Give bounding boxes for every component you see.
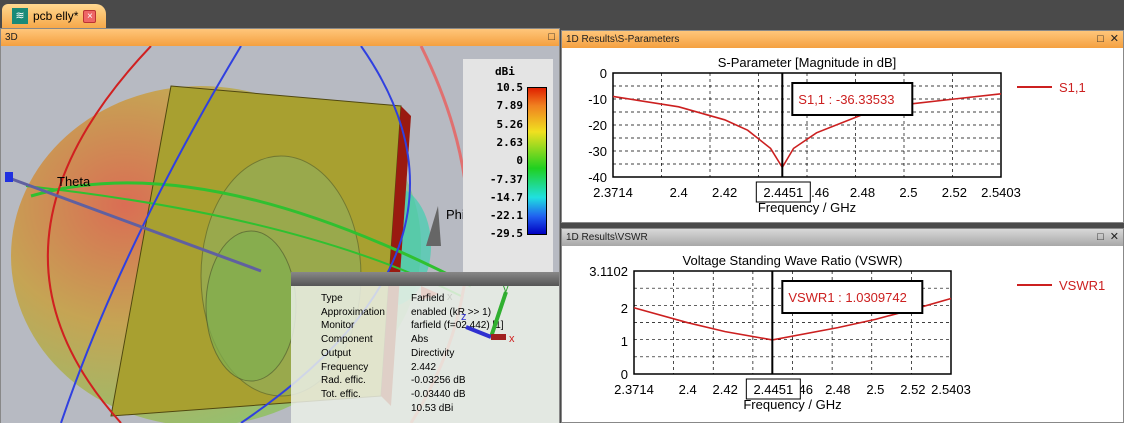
antenna-icon: ≋ bbox=[12, 8, 28, 24]
colorbar-tick: 2.63 bbox=[496, 135, 524, 149]
sparam-chart[interactable]: S-Parameter [Magnitude in dB] 0 -10 -20 -30 -… bbox=[562, 48, 1123, 222]
marker-label: VSWR1 : 1.0309742 bbox=[788, 290, 907, 305]
legend-label: VSWR1 bbox=[1059, 278, 1105, 293]
x-tick-label: 2.5 bbox=[899, 185, 917, 200]
marker-x-value: 2.4451 bbox=[763, 185, 803, 200]
info-key: Tot. effic. bbox=[321, 388, 361, 400]
info-key: Rad. effic. bbox=[321, 375, 366, 387]
x-axis-label-triad: x bbox=[509, 333, 515, 345]
marker-x-value: 2.4451 bbox=[753, 382, 793, 397]
y-tick-label: 0 bbox=[621, 367, 628, 382]
chart-title: S-Parameter [Magnitude in dB] bbox=[718, 55, 896, 70]
info-key bbox=[321, 402, 411, 416]
info-key: Component bbox=[321, 334, 373, 346]
x-tick-label: 2.3714 bbox=[614, 382, 654, 397]
x-tick-label: 2.42 bbox=[712, 185, 737, 200]
y-tick-label: 2 bbox=[621, 301, 628, 316]
chart-title: Voltage Standing Wave Ratio (VSWR) bbox=[683, 253, 903, 268]
y-tick-label: -30 bbox=[588, 144, 607, 159]
x-tick-label: 2.5 bbox=[866, 382, 884, 397]
colorbar-legend: dBi 10.5 7.89 5.26 2.63 0 -7.37 -14.7 -22.1 -29.… bbox=[463, 59, 553, 274]
x-tick-label: 2.5403 bbox=[931, 382, 971, 397]
x-tick-label: 2.5403 bbox=[981, 185, 1021, 200]
colorbar-tick: 5.26 bbox=[496, 117, 524, 131]
panel-title: 1D Results\S-Parameters bbox=[566, 34, 680, 45]
panel-sparameters: 1D Results\S-Parameters □ ✕ S-Parameter [… bbox=[561, 30, 1124, 223]
colorbar-tick: -22.1 bbox=[489, 209, 523, 223]
tab-title: pcb elly* bbox=[33, 9, 79, 23]
x-tick-label: 2.4 bbox=[670, 185, 688, 200]
info-key: Type bbox=[321, 293, 343, 304]
close-tab-icon[interactable]: × bbox=[83, 9, 97, 23]
marker-label: S1,1 : -36.33533 bbox=[798, 92, 894, 107]
y-tick-label: -40 bbox=[588, 170, 607, 185]
theta-label: Theta bbox=[57, 174, 91, 189]
info-row: 10.53 dBi bbox=[321, 402, 504, 416]
info-row: Frequency 2.442 bbox=[321, 361, 504, 375]
info-value: 2.442 bbox=[411, 361, 437, 373]
x-tick-label: 2.52 bbox=[900, 382, 925, 397]
colorbar-tick: 10.5 bbox=[496, 81, 524, 94]
y-tick-label: 1 bbox=[621, 334, 628, 349]
info-key: Approximation bbox=[321, 306, 385, 318]
info-value: 10.53 dBi bbox=[411, 402, 454, 414]
x-tick-label: 2.4 bbox=[679, 382, 697, 397]
axes-triad-icon: y z x bbox=[461, 283, 515, 345]
legend-label: S1,1 bbox=[1059, 80, 1086, 95]
colorbar-tick: -14.7 bbox=[489, 190, 523, 204]
x-tick-label: 2.48 bbox=[825, 382, 850, 397]
vswr-titlebar: 1D Results\VSWR □ ✕ bbox=[562, 229, 1123, 246]
colorbar-unit: dBi bbox=[495, 65, 515, 78]
panel-3d: 3D □ Theta Phi x dBi 10.57.895.262.630-7… bbox=[0, 28, 560, 423]
y-tick-label: -20 bbox=[588, 118, 607, 133]
info-row: Tot. effic. -0.03440 dB bbox=[321, 388, 504, 402]
vswr-chart[interactable]: Voltage Standing Wave Ratio (VSWR) 3.1102… bbox=[562, 246, 1123, 422]
farfield-info-box: Type Farfield Approximation enabled (kR >> … bbox=[291, 272, 559, 423]
colorbar-tick: -29.5 bbox=[489, 227, 523, 241]
panel-3d-titlebar: 3D □ bbox=[1, 29, 559, 46]
sparam-titlebar: 1D Results\S-Parameters □ ✕ bbox=[562, 31, 1123, 48]
panel-vswr: 1D Results\VSWR □ ✕ Voltage Standing Wave… bbox=[561, 228, 1124, 423]
info-key: Monitor bbox=[321, 320, 355, 332]
info-value: Directivity bbox=[411, 347, 455, 359]
colorbar-tick: 7.89 bbox=[496, 99, 524, 113]
maximize-button[interactable]: □ bbox=[1097, 229, 1104, 246]
colorbar-gradient bbox=[527, 87, 547, 235]
z-axis-label: z bbox=[461, 311, 467, 323]
close-button[interactable]: ✕ bbox=[1110, 229, 1119, 246]
info-key: Output bbox=[321, 347, 352, 359]
colorbar-tick: -7.37 bbox=[489, 172, 523, 186]
info-key: Frequency bbox=[321, 361, 369, 373]
x-tick-label: 2.52 bbox=[942, 185, 967, 200]
y-tick-label: 3.1102 bbox=[589, 264, 628, 279]
x-tick-label: 2.3714 bbox=[593, 185, 633, 200]
panel-title: 1D Results\VSWR bbox=[566, 232, 648, 243]
info-value: -0.03440 dB bbox=[411, 388, 466, 400]
close-button[interactable]: ✕ bbox=[1110, 31, 1119, 48]
info-row: Rad. effic. -0.03256 dB bbox=[321, 374, 504, 388]
info-value: -0.03256 dB bbox=[411, 375, 466, 387]
maximize-button[interactable]: □ bbox=[1097, 31, 1104, 48]
info-value: Farfield bbox=[411, 293, 445, 304]
x-tick-label: 2.42 bbox=[713, 382, 738, 397]
y-axis-label: y bbox=[503, 283, 509, 295]
colorbar-tick: 0 bbox=[516, 154, 523, 168]
document-tab[interactable]: ≋ pcb elly* × bbox=[2, 4, 106, 28]
panel-title: 3D bbox=[5, 32, 18, 43]
x-tick-label: 2.48 bbox=[850, 185, 875, 200]
info-value: Abs bbox=[411, 334, 429, 346]
maximize-button[interactable]: □ bbox=[548, 29, 555, 46]
y-tick-label: 0 bbox=[600, 66, 607, 81]
y-tick-label: -10 bbox=[588, 92, 607, 107]
